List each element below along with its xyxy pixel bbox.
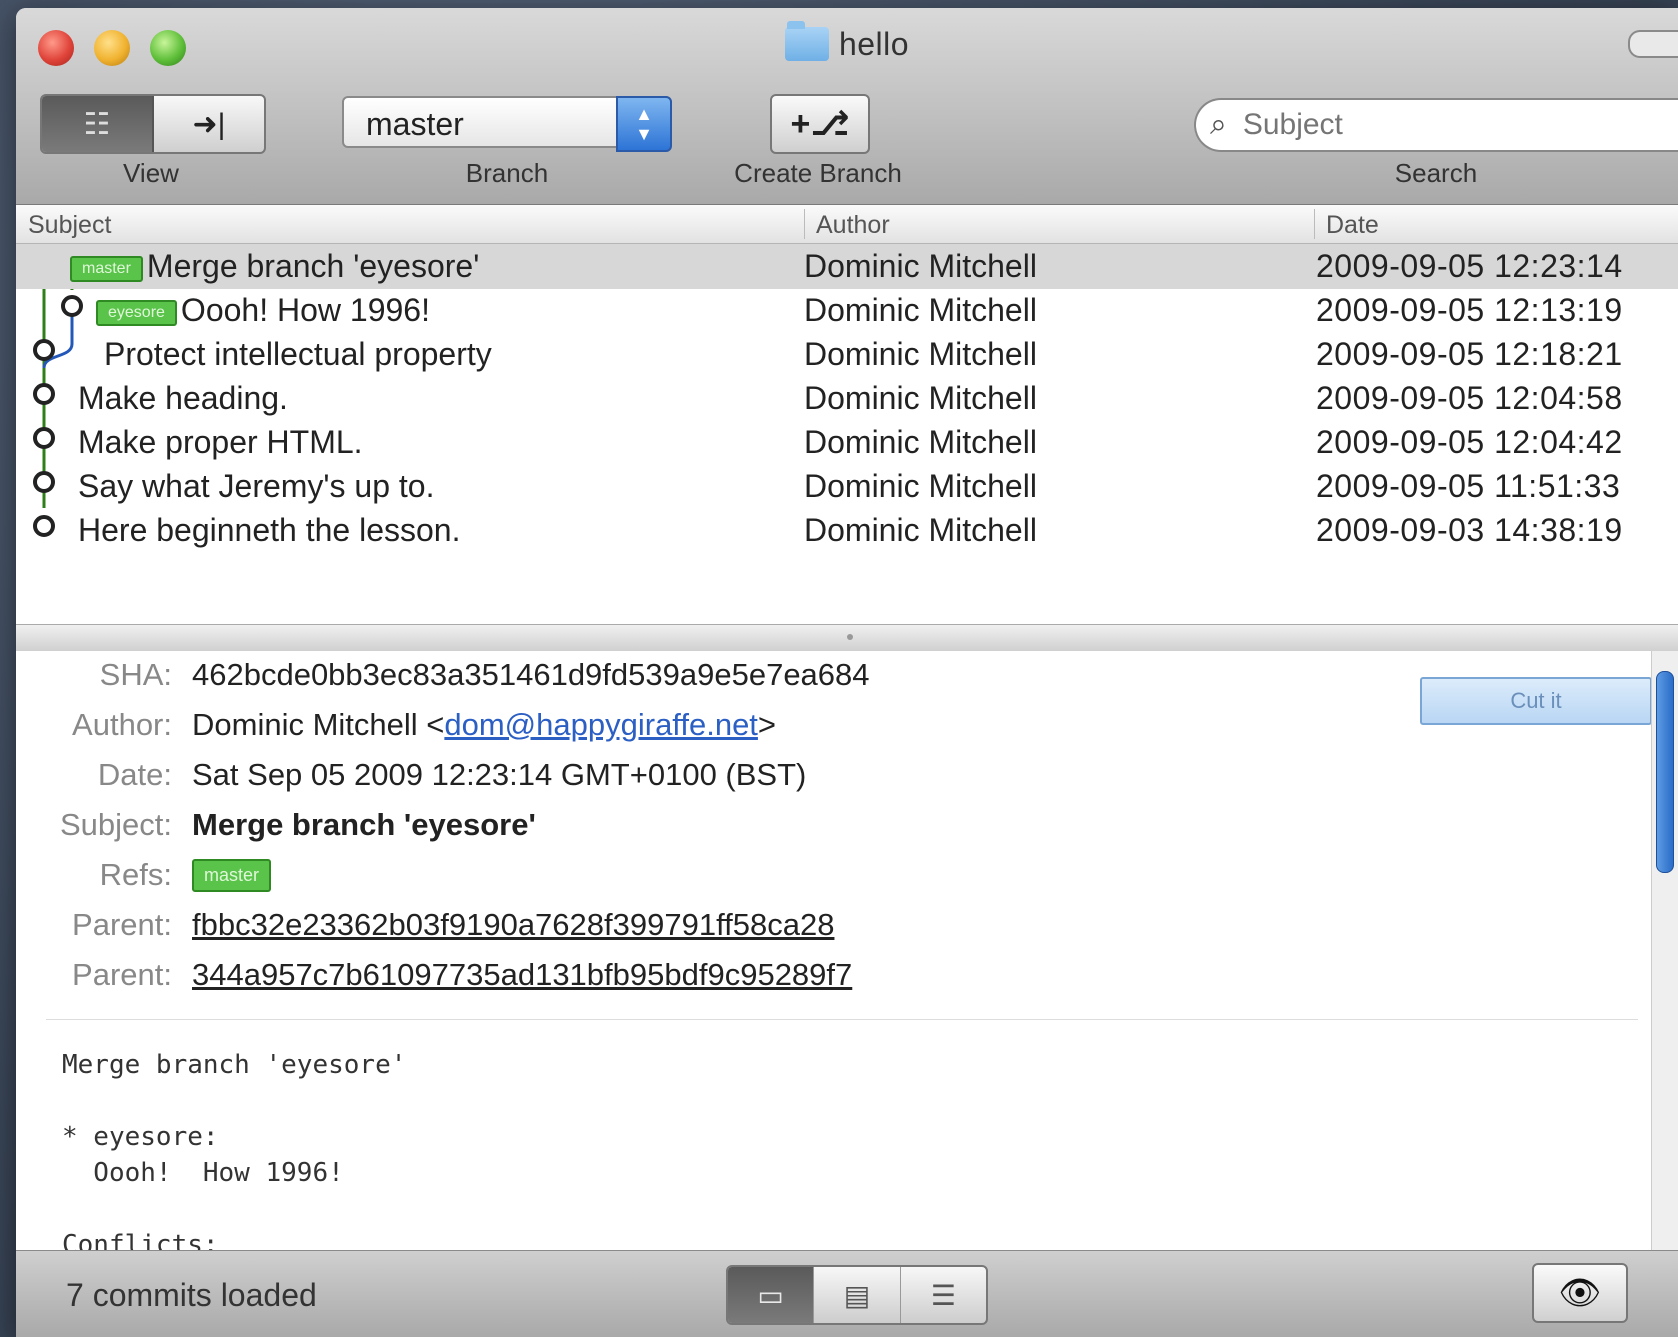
gitx-window: hello ☷ ➜| View master ▲ ▼ Branch +⎇ Crea… [16, 8, 1678, 1337]
sha-value: 462bcde0bb3ec83a351461d9fd539a9e5e7ea684 [192, 657, 870, 692]
add-branch-icon: +⎇ [790, 105, 850, 143]
refs-label: Refs: [99, 857, 172, 892]
commit-list-header: Subject Author Date [16, 205, 1678, 244]
tree-view-icon[interactable]: ▤ [814, 1267, 901, 1323]
commit-row[interactable]: Protect intellectual property Dominic Mi… [16, 332, 1678, 377]
window-title: hello [16, 21, 1678, 63]
commit-subject: Here beginneth the lesson. [78, 512, 461, 548]
commit-subject: Make proper HTML. [78, 424, 363, 460]
commit-message: Merge branch 'eyesore' * eyesore: Oooh! … [62, 1050, 407, 1251]
column-header-date[interactable]: Date [1326, 211, 1379, 240]
branch-select-value: master [366, 106, 464, 142]
author-row: Author: Dominic Mitchell <dom@happygiraf… [16, 707, 1316, 755]
parent-link[interactable]: fbbc32e23362b03f9190a7628f399791ff58ca28 [192, 907, 834, 943]
commit-row[interactable]: Here beginneth the lesson. Dominic Mitch… [16, 508, 1678, 553]
parent-row: Parent: 344a957c7b61097735ad131bfb95bdf9… [16, 957, 1316, 1005]
toolbar: hello ☷ ➜| View master ▲ ▼ Branch +⎇ Crea… [16, 8, 1678, 205]
column-header-subject[interactable]: Subject [28, 211, 111, 240]
commit-date: 2009-09-05 12:23:14 [1316, 248, 1623, 284]
refs-row: Refs: master [16, 857, 1316, 905]
commit-row[interactable]: master Merge branch 'eyesore' Dominic Mit… [16, 244, 1678, 289]
commit-detail-pane: Cut it SHA: 462bcde0bb3ec83a351461d9fd53… [16, 651, 1678, 1251]
commit-view-icon[interactable]: ➜| [154, 96, 264, 152]
commit-author: Dominic Mitchell [804, 336, 1037, 372]
commit-author: Dominic Mitchell [804, 424, 1037, 460]
history-view-icon[interactable]: ☷ [42, 96, 154, 152]
detail-view-segmented-control: ▭ ▤ ☰ [726, 1265, 988, 1325]
commit-date: 2009-09-05 12:18:21 [1316, 336, 1623, 372]
branch-select[interactable]: master ▲ ▼ [342, 96, 672, 152]
commit-subject: Oooh! How 1996! [180, 292, 430, 328]
search-icon[interactable]: ⌕ [1210, 108, 1227, 142]
search-field: ⌕ [1194, 98, 1678, 152]
divider [46, 1019, 1638, 1020]
ref-badge: master [70, 256, 143, 282]
create-branch-label: Create Branch [734, 158, 902, 188]
commit-subject: Say what Jeremy's up to. [78, 468, 435, 504]
detail-view-icon[interactable]: ▭ [728, 1267, 815, 1323]
parent-label: Parent: [72, 907, 172, 942]
status-bar: 7 commits loaded ▭ ▤ ☰ 👁 [16, 1250, 1678, 1337]
vertical-scrollbar[interactable] [1651, 651, 1678, 1251]
date-row: Date: Sat Sep 05 2009 12:23:14 GMT+0100 … [16, 757, 1316, 805]
commit-date: 2009-09-05 11:51:33 [1316, 468, 1621, 504]
commit-author: Dominic Mitchell [804, 292, 1037, 328]
commit-date: 2009-09-05 12:13:19 [1316, 292, 1623, 328]
status-text: 7 commits loaded [66, 1277, 317, 1313]
diff-view-icon[interactable]: ☰ [901, 1267, 986, 1323]
subject-label: Subject: [59, 807, 172, 842]
commit-row[interactable]: Make proper HTML. Dominic Mitchell 2009-… [16, 420, 1678, 465]
date-value: Sat Sep 05 2009 12:23:14 GMT+0100 (BST) [192, 757, 807, 792]
date-label: Date: [97, 757, 172, 792]
branch-label: Branch [465, 158, 549, 188]
author-label: Author: [72, 707, 172, 742]
commit-row[interactable]: Say what Jeremy's up to. Dominic Mitchel… [16, 464, 1678, 509]
create-branch-button[interactable]: +⎇ [770, 94, 870, 154]
column-separator[interactable] [1314, 209, 1315, 239]
commit-list: master Merge branch 'eyesore' Dominic Mit… [16, 244, 1678, 624]
column-separator[interactable] [804, 209, 805, 239]
commit-author: Dominic Mitchell [804, 248, 1037, 284]
commit-row[interactable]: eyesore Oooh! How 1996! Dominic Mitchell … [16, 288, 1678, 333]
view-label: View [123, 158, 179, 188]
commit-author: Dominic Mitchell [804, 380, 1037, 416]
view-segmented-control: ☷ ➜| [40, 94, 266, 154]
folder-icon [784, 21, 829, 61]
author-name: Dominic Mitchell < [192, 707, 445, 742]
commit-date: 2009-09-03 14:38:19 [1316, 512, 1623, 548]
split-view-divider[interactable] [16, 624, 1678, 652]
divider-grip-icon [847, 634, 853, 640]
select-stepper-icon: ▲ ▼ [616, 96, 672, 152]
parent-row: Parent: fbbc32e23362b03f9190a7628f399791… [16, 907, 1316, 955]
ref-badge: eyesore [96, 300, 177, 326]
toolbar-toggle-button[interactable] [1628, 30, 1678, 58]
author-close: > [757, 707, 777, 742]
commit-row[interactable]: Make heading. Dominic Mitchell 2009-09-0… [16, 376, 1678, 421]
subject-row: Subject: Merge branch 'eyesore' [16, 807, 1316, 855]
parent-link[interactable]: 344a957c7b61097735ad131bfb95bdf9c95289f7 [192, 957, 852, 993]
commit-subject: Protect intellectual property [104, 336, 492, 372]
subject-value: Merge branch 'eyesore' [192, 807, 536, 842]
checkout-button[interactable]: Cut it [1420, 677, 1652, 725]
commit-author: Dominic Mitchell [804, 512, 1037, 548]
ref-badge[interactable]: master [192, 859, 272, 892]
quicklook-eye-icon[interactable]: 👁 [1532, 1263, 1628, 1323]
author-email-link[interactable]: dom@happygiraffe.net [444, 707, 758, 742]
commit-subject: Merge branch 'eyesore' [146, 248, 480, 284]
commit-date: 2009-09-05 12:04:42 [1316, 424, 1623, 460]
commit-date: 2009-09-05 12:04:58 [1316, 380, 1623, 416]
commit-subject: Make heading. [78, 380, 288, 416]
search-label: Search [1394, 158, 1478, 188]
column-header-author[interactable]: Author [816, 211, 890, 240]
commit-author: Dominic Mitchell [804, 468, 1037, 504]
search-input[interactable] [1240, 107, 1625, 143]
sha-label: SHA: [99, 657, 172, 692]
parent-label: Parent: [72, 957, 172, 992]
sha-row: SHA: 462bcde0bb3ec83a351461d9fd539a9e5e7… [16, 657, 1316, 705]
scrollbar-thumb[interactable] [1656, 671, 1674, 873]
